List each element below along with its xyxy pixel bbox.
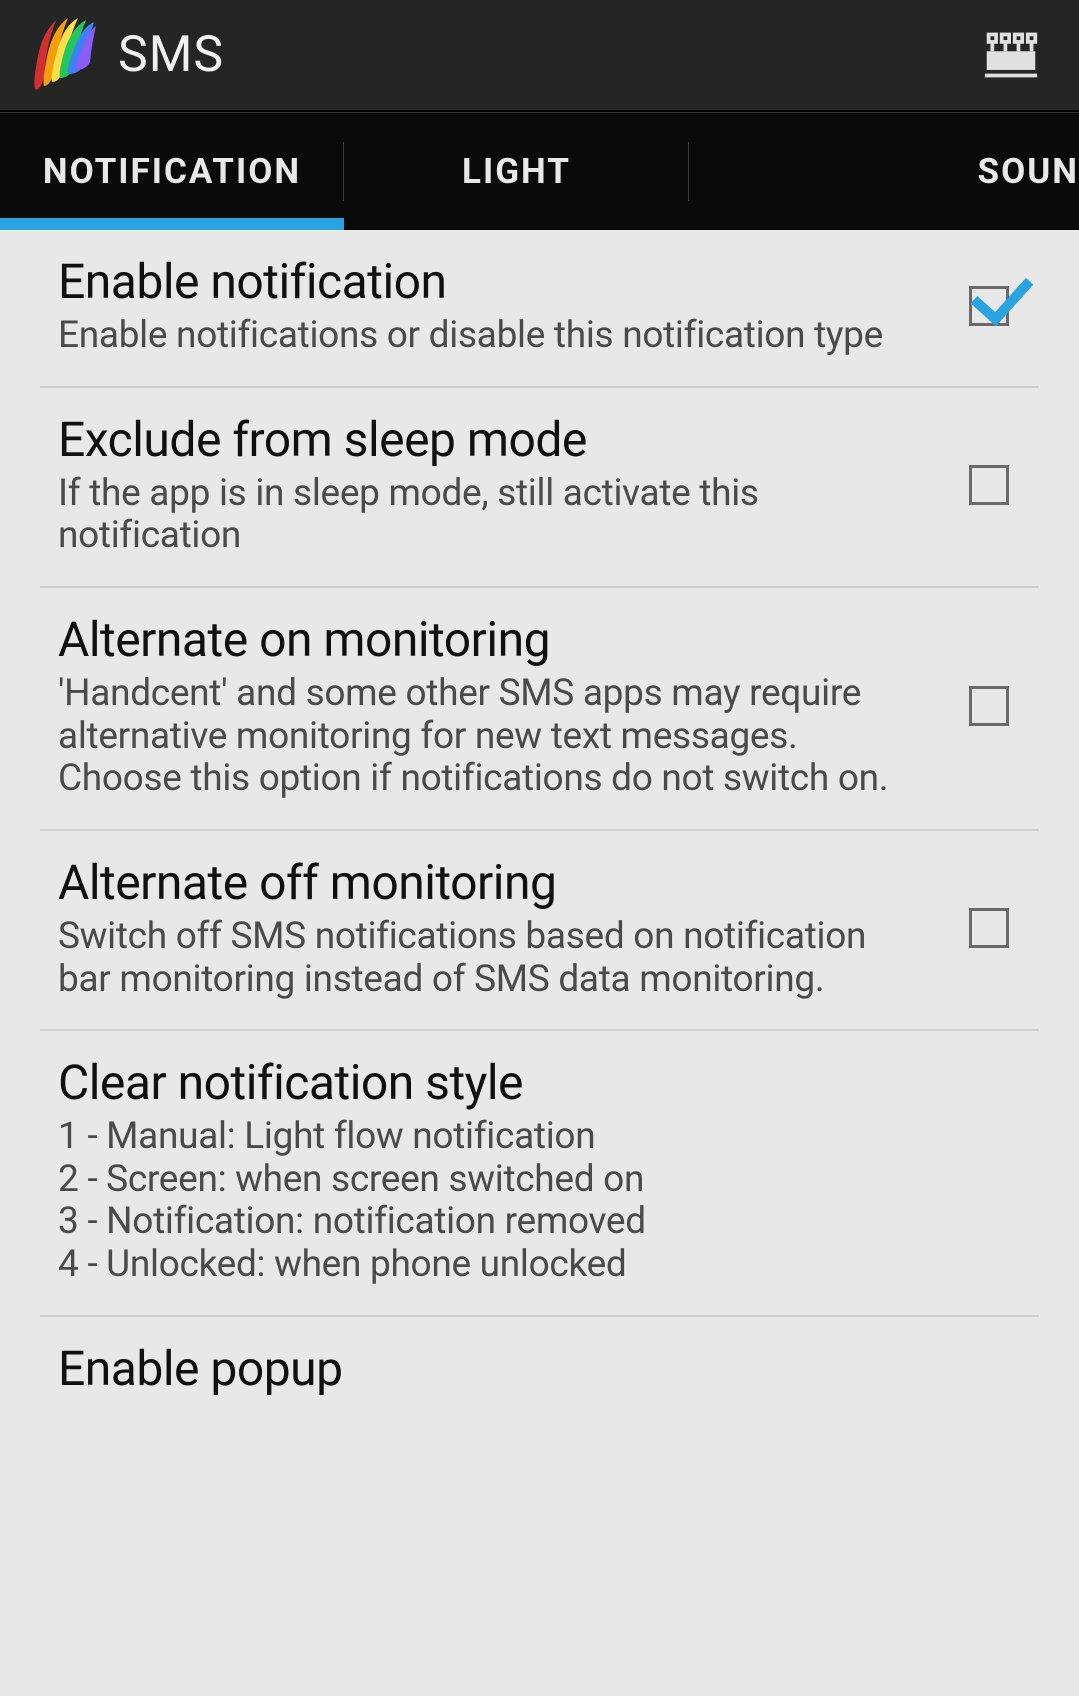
setting-clear-notification-style[interactable]: Clear notification style 1 - Manual: Lig… xyxy=(40,1031,1039,1316)
setting-title: Clear notification style xyxy=(58,1055,1019,1110)
setting-description: 'Handcent' and some other SMS apps may r… xyxy=(58,673,919,801)
setting-enable-notification[interactable]: Enable notification Enable notifications… xyxy=(40,230,1039,388)
setting-title: Enable notification xyxy=(58,254,919,309)
setting-title: Enable popup xyxy=(58,1341,1019,1396)
setting-title: Alternate off monitoring xyxy=(58,855,919,910)
tab-light[interactable]: LIGHT xyxy=(344,113,689,230)
checkbox[interactable] xyxy=(969,686,1009,726)
setting-description: Switch off SMS notifications based on no… xyxy=(58,916,919,1001)
setting-description: 1 - Manual: Light flow notification 2 - … xyxy=(58,1116,1019,1286)
tab-label: LIGHT xyxy=(462,151,571,192)
action-bar: SMS xyxy=(0,0,1079,112)
led-config-icon[interactable] xyxy=(981,25,1041,85)
checkbox[interactable] xyxy=(969,465,1009,505)
checkbox[interactable] xyxy=(969,286,1009,326)
page-title: SMS xyxy=(118,26,981,84)
tab-bar: NOTIFICATION LIGHT SOUN xyxy=(0,112,1079,230)
setting-enable-popup[interactable]: Enable popup xyxy=(40,1317,1039,1430)
setting-description: If the app is in sleep mode, still activ… xyxy=(58,473,919,558)
tab-notification[interactable]: NOTIFICATION xyxy=(0,113,344,230)
checkbox[interactable] xyxy=(969,908,1009,948)
tab-label: SOUN xyxy=(978,151,1079,192)
setting-title: Exclude from sleep mode xyxy=(58,412,919,467)
setting-alternate-on-monitoring[interactable]: Alternate on monitoring 'Handcent' and s… xyxy=(40,588,1039,831)
tab-sound[interactable]: SOUN xyxy=(689,113,1079,230)
app-logo-icon xyxy=(30,16,96,94)
setting-alternate-off-monitoring[interactable]: Alternate off monitoring Switch off SMS … xyxy=(40,831,1039,1031)
setting-exclude-sleep-mode[interactable]: Exclude from sleep mode If the app is in… xyxy=(40,388,1039,588)
setting-title: Alternate on monitoring xyxy=(58,612,919,667)
settings-list: Enable notification Enable notifications… xyxy=(0,230,1079,1430)
tab-label: NOTIFICATION xyxy=(43,151,301,192)
setting-description: Enable notifications or disable this not… xyxy=(58,315,919,358)
